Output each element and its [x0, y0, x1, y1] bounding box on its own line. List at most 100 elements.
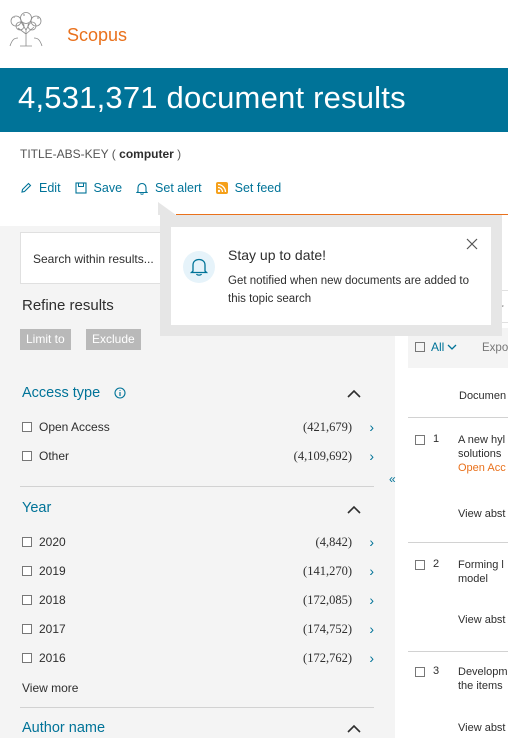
set-alert-button[interactable]: Set alert	[136, 181, 202, 195]
result-title-line: Developm	[458, 666, 508, 678]
select-all-dropdown[interactable]: All	[415, 340, 457, 354]
checkbox[interactable]	[22, 624, 32, 634]
result-number: 1	[433, 433, 440, 445]
popup-caret	[158, 202, 176, 215]
result-title-line: Forming l	[458, 559, 504, 571]
facet-item-label: Open Access	[39, 420, 110, 434]
bell-icon	[136, 182, 149, 195]
facet-author-name-title[interactable]: Author name	[22, 720, 105, 736]
edit-label: Edit	[39, 181, 61, 195]
top-bar: Scopus	[0, 0, 508, 68]
edit-button[interactable]: Edit	[20, 181, 61, 195]
facet-item-label: 2020	[39, 535, 66, 549]
divider	[408, 542, 508, 543]
chevron-up-icon[interactable]	[346, 724, 362, 734]
query-suffix: )	[173, 147, 182, 161]
exclude-button[interactable]: Exclude	[86, 329, 141, 350]
export-button[interactable]: Expor	[482, 342, 508, 354]
facet-item-label: 2017	[39, 622, 66, 636]
checkbox[interactable]	[22, 653, 32, 663]
facet-year-title[interactable]: Year	[22, 500, 51, 516]
collapse-panel-icon[interactable]: «	[389, 472, 396, 486]
view-abstract-link[interactable]: View abst	[458, 722, 506, 734]
chevron-right-icon[interactable]: ›	[369, 419, 374, 435]
search-query: TITLE-ABS-KEY ( computer )	[20, 147, 181, 161]
facet-item-count: (172,762)	[303, 651, 352, 665]
close-icon[interactable]	[466, 238, 478, 250]
result-title[interactable]: Forming l model	[458, 558, 508, 586]
checkbox[interactable]	[415, 560, 425, 570]
chevron-right-icon[interactable]: ›	[369, 621, 374, 637]
checkbox[interactable]	[22, 451, 32, 461]
facet-item-open-access[interactable]: Open Access (421,679) ›	[22, 419, 374, 438]
facet-item-count: (4,109,692)	[293, 449, 352, 463]
divider	[408, 651, 508, 652]
set-feed-button[interactable]: Set feed	[215, 181, 282, 195]
popup-title: Stay up to date!	[228, 247, 327, 263]
save-button[interactable]: Save	[74, 181, 123, 195]
set-alert-label: Set alert	[155, 181, 202, 195]
column-document-title[interactable]: Documen	[459, 390, 506, 402]
chevron-right-icon[interactable]: ›	[369, 448, 374, 464]
facet-item-year[interactable]: 2019 (141,270) ›	[22, 563, 374, 582]
facet-item-count: (4,842)	[315, 535, 352, 549]
bell-icon	[189, 258, 209, 276]
facet-item-year[interactable]: 2018 (172,085) ›	[22, 592, 374, 611]
results-table-header: Documen	[408, 372, 508, 418]
checkbox[interactable]	[22, 566, 32, 576]
query-term: computer	[119, 147, 174, 161]
limit-to-button[interactable]: Limit to	[20, 329, 71, 350]
open-access-badge: Open Acc	[458, 462, 506, 474]
facet-item-label: 2018	[39, 593, 66, 607]
access-type-label: Access type	[22, 385, 101, 401]
checkbox[interactable]	[415, 342, 425, 352]
checkbox[interactable]	[22, 422, 32, 432]
info-icon[interactable]	[114, 387, 126, 399]
result-title-line: solutions	[458, 448, 502, 460]
query-prefix: TITLE-ABS-KEY (	[20, 147, 120, 161]
facet-access-type-title[interactable]: Access type	[22, 385, 126, 401]
chevron-up-icon[interactable]	[346, 505, 362, 515]
save-icon	[74, 182, 87, 194]
facet-item-year[interactable]: 2020 (4,842) ›	[22, 534, 374, 553]
checkbox[interactable]	[22, 595, 32, 605]
save-label: Save	[93, 181, 123, 195]
facet-item-count: (174,752)	[303, 622, 352, 636]
chevron-right-icon[interactable]: ›	[369, 592, 374, 608]
result-number: 3	[433, 665, 440, 677]
rss-feed-icon	[215, 182, 228, 194]
result-title[interactable]: A new hyl solutions Open Acc	[458, 433, 508, 475]
popup-bell-badge	[183, 251, 215, 283]
divider	[20, 486, 374, 487]
view-abstract-link[interactable]: View abst	[458, 614, 506, 626]
result-title-line: model	[458, 573, 488, 585]
facet-item-other[interactable]: Other (4,109,692) ›	[22, 448, 374, 467]
results-banner: 4,531,371 document results	[0, 68, 508, 132]
chevron-down-icon	[447, 344, 457, 350]
checkbox[interactable]	[415, 667, 425, 677]
view-abstract-link[interactable]: View abst	[458, 508, 506, 520]
facet-item-label: 2019	[39, 564, 66, 578]
elsevier-logo-icon[interactable]	[6, 12, 46, 48]
chevron-up-icon[interactable]	[346, 389, 362, 399]
checkbox[interactable]	[415, 435, 425, 445]
chevron-right-icon[interactable]: ›	[369, 650, 374, 666]
popup-message: Get notified when new documents are adde…	[228, 275, 470, 305]
result-number: 2	[433, 558, 440, 570]
chevron-right-icon[interactable]: ›	[369, 563, 374, 579]
chevron-right-icon[interactable]: ›	[369, 534, 374, 550]
facet-item-count: (421,679)	[303, 420, 352, 434]
divider	[20, 707, 374, 708]
checkbox[interactable]	[22, 537, 32, 547]
results-count-title: 4,531,371 document results	[18, 80, 406, 115]
result-title[interactable]: Developm the items	[458, 665, 508, 693]
pencil-icon	[21, 182, 32, 193]
set-feed-label: Set feed	[234, 181, 282, 195]
refine-results-heading: Refine results	[22, 297, 114, 314]
view-more-link[interactable]: View more	[22, 681, 78, 695]
facet-item-count: (172,085)	[303, 593, 352, 607]
scopus-brand[interactable]: Scopus	[67, 25, 127, 46]
facet-item-year[interactable]: 2016 (172,762) ›	[22, 650, 374, 669]
facet-item-year[interactable]: 2017 (174,752) ›	[22, 621, 374, 640]
facet-item-count: (141,270)	[303, 564, 352, 578]
